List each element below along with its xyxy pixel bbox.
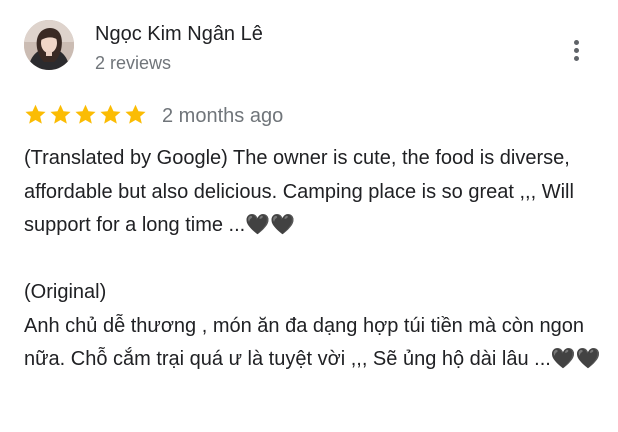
star-icon xyxy=(49,103,72,127)
star-icon xyxy=(124,103,147,127)
star-icon xyxy=(99,103,122,127)
rating-stars xyxy=(24,103,147,127)
star-icon xyxy=(74,103,97,127)
author-avatar[interactable] xyxy=(24,20,74,70)
author-name[interactable]: Ngọc Kim Ngân Lê xyxy=(95,20,263,48)
more-options-icon[interactable] xyxy=(566,36,588,66)
star-icon xyxy=(24,103,47,127)
review-translated-text: (Translated by Google) The owner is cute… xyxy=(24,147,574,236)
review-card: Ngọc Kim Ngân Lê 2 reviews 2 months ago … xyxy=(0,0,618,432)
avatar-photo xyxy=(24,20,74,70)
review-date: 2 months ago xyxy=(162,105,284,127)
review-original-label: (Original) xyxy=(24,281,107,303)
review-original-text: Anh chủ dễ thương , món ăn đa dạng hợp t… xyxy=(24,314,601,371)
author-review-count[interactable]: 2 reviews xyxy=(95,51,171,75)
review-body: (Translated by Google) The owner is cute… xyxy=(24,142,604,377)
